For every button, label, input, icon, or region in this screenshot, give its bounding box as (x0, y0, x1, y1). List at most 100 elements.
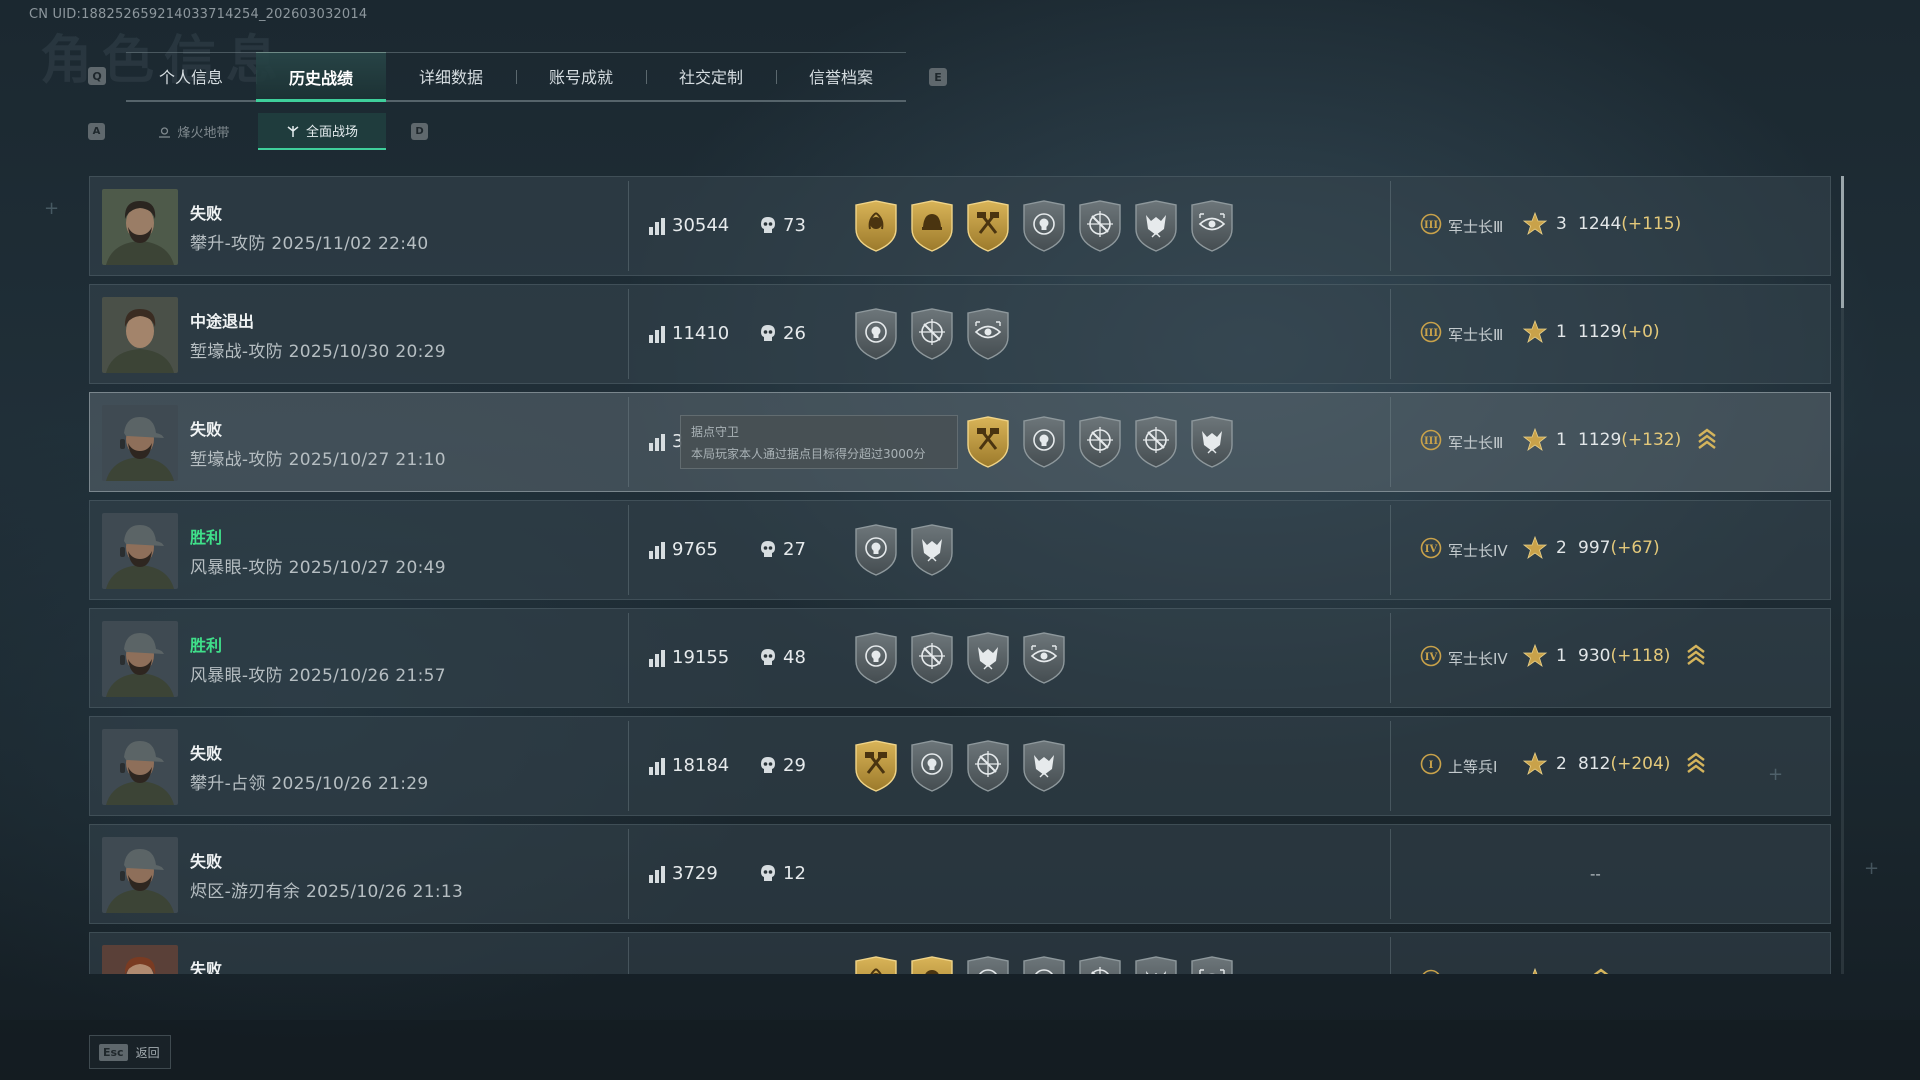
subtab-label: 全面战场 (305, 125, 358, 140)
medal-hammers-icon[interactable] (964, 415, 1012, 471)
match-score: 3729 (672, 863, 718, 884)
rank-name: 军士长Ⅲ (1448, 217, 1504, 236)
operations-mode-icon (159, 127, 171, 138)
match-row[interactable]: 失败 I (89, 932, 1831, 974)
match-score: 30544 (672, 215, 730, 236)
medal-laurel-icon[interactable] (852, 199, 900, 255)
rank-badge-icon: III (1420, 213, 1442, 239)
match-row[interactable]: 失败 烬区-游刃有余 2025/10/26 21:13 3729 12 -- (89, 824, 1831, 924)
subtab-operations[interactable]: 烽火地带 (130, 113, 258, 150)
tab-detailed-data[interactable]: 详细数据 (386, 52, 516, 100)
score-bars-icon (649, 866, 665, 883)
medal-wolf-icon[interactable] (1132, 199, 1180, 255)
match-row[interactable]: 失败 堑壕战-攻防 2025/10/27 21:10 3 据点守卫 本局玩家本人通过… (89, 392, 1831, 492)
rank-name: 军士长Ⅲ (1448, 433, 1504, 452)
column-divider (628, 505, 629, 595)
hud-plus-decoration: + (1768, 764, 1784, 785)
star-count: 1 (1556, 646, 1567, 666)
medal-crosshair-icon[interactable] (1076, 199, 1124, 255)
tab-reputation[interactable]: 信誉档案 (776, 52, 906, 100)
match-kills: 29 (783, 755, 806, 776)
match-row[interactable]: 失败 攀升-占领 2025/10/26 21:29 18184 29 I 上等兵Ⅰ 2 8… (89, 716, 1831, 816)
next-subtab-key-hint[interactable]: D (411, 123, 428, 140)
medal-eye-icon[interactable] (1188, 199, 1236, 255)
medal-skull-icon[interactable] (1020, 199, 1068, 255)
medal-skull-icon[interactable] (1020, 415, 1068, 471)
match-mode-time: 攀升-占领 2025/10/26 21:29 (190, 769, 429, 794)
match-result: 失败 (190, 852, 223, 871)
medal-eye-icon[interactable] (1188, 955, 1236, 974)
star-icon (1522, 211, 1548, 236)
tab-achievements[interactable]: 账号成就 (516, 52, 646, 100)
match-row[interactable]: 失败 攀升-攻防 2025/11/02 22:40 30544 73 III 军士长Ⅲ… (89, 176, 1831, 276)
prev-tab-key-hint[interactable]: Q (88, 67, 106, 85)
medal-wolf-icon[interactable] (1020, 739, 1068, 795)
column-divider (628, 181, 629, 271)
medal-laurel-icon[interactable] (852, 955, 900, 974)
svg-text:I: I (1429, 760, 1434, 771)
medal-crosshair-icon[interactable] (1132, 415, 1180, 471)
subtab-warfare[interactable]: 全面战场 (258, 113, 386, 150)
medal-skull-icon[interactable] (964, 955, 1012, 974)
medal-wolf-icon[interactable] (1188, 415, 1236, 471)
medal-hammers-icon[interactable] (852, 739, 900, 795)
match-row[interactable]: 胜利 风暴眼-攻防 2025/10/26 21:57 19155 48 IV 军士长I… (89, 608, 1831, 708)
match-mode-time: 攀升-攻防 2025/11/02 22:40 (190, 229, 429, 254)
column-divider (628, 289, 629, 379)
kills-skull-icon (761, 757, 775, 773)
medal-helmet-icon[interactable] (908, 199, 956, 255)
map-mode: 烬区-游刃有余 (190, 882, 301, 902)
score-bars-icon (649, 218, 665, 235)
warfare-mode-icon (287, 125, 299, 137)
medal-skull-icon[interactable] (852, 523, 900, 579)
medal-crosshair-icon[interactable] (964, 739, 1012, 795)
match-time: 2025/10/30 20:29 (288, 342, 446, 362)
next-tab-key-hint[interactable]: E (929, 68, 947, 86)
tab-match-history[interactable]: 历史战绩 (256, 52, 386, 102)
prev-subtab-key-hint[interactable]: A (88, 123, 105, 140)
match-result: 胜利 (190, 528, 223, 547)
score-bars-icon (649, 758, 665, 775)
medal-skull-icon[interactable] (908, 739, 956, 795)
medal-skull-icon[interactable] (1020, 955, 1068, 974)
medal-wolf-icon[interactable] (964, 631, 1012, 687)
medal-hammers-icon[interactable] (964, 199, 1012, 255)
medal-skull-icon[interactable] (852, 307, 900, 363)
promotion-chevron-icon (1687, 644, 1705, 665)
medal-crosshair-icon[interactable] (908, 631, 956, 687)
medal-crosshair-icon[interactable] (908, 307, 956, 363)
medal-eye-icon[interactable] (964, 307, 1012, 363)
column-divider (628, 829, 629, 919)
rank-points: 1129(+0) (1578, 322, 1660, 342)
rank-info: I (1420, 969, 1448, 974)
medal-skull-icon[interactable] (852, 631, 900, 687)
column-divider (628, 721, 629, 811)
medal-wolf-icon[interactable] (1132, 955, 1180, 974)
rank-points-delta: (+132) (1621, 430, 1682, 450)
rank-name: 军士长Ⅲ (1448, 325, 1504, 344)
medal-crosshair-icon[interactable] (1076, 415, 1124, 471)
map-mode: 风暴眼-攻防 (190, 558, 283, 578)
match-score: 9765 (672, 539, 718, 560)
medal-eye-icon[interactable] (1020, 631, 1068, 687)
medal-crosshair-icon[interactable] (1076, 955, 1124, 974)
scrollbar-thumb[interactable] (1841, 176, 1844, 308)
match-row[interactable]: 中途退出 堑壕战-攻防 2025/10/30 20:29 11410 26 III 军… (89, 284, 1831, 384)
match-result: 失败 (190, 420, 223, 439)
rank-points-delta: (+115) (1621, 214, 1682, 234)
match-row[interactable]: 胜利 风暴眼-攻防 2025/10/27 20:49 9765 27 IV 军士长IV… (89, 500, 1831, 600)
tab-social-custom[interactable]: 社交定制 (646, 52, 776, 100)
rank-badge-icon: IV (1420, 537, 1442, 563)
column-divider (1390, 721, 1391, 811)
back-button[interactable]: Esc 返回 (89, 1035, 171, 1069)
match-result: 胜利 (190, 636, 223, 655)
medal-wolf-icon[interactable] (908, 523, 956, 579)
medal-helmet-icon[interactable] (908, 955, 956, 974)
operator-avatar (102, 621, 178, 697)
tab-personal-info[interactable]: 个人信息 (126, 52, 256, 100)
back-label: 返回 (135, 1045, 160, 1060)
score-bars-icon (649, 542, 665, 559)
column-divider (1390, 181, 1391, 271)
scrollbar[interactable] (1841, 176, 1844, 974)
rank-points: 1129(+132) (1578, 430, 1681, 450)
